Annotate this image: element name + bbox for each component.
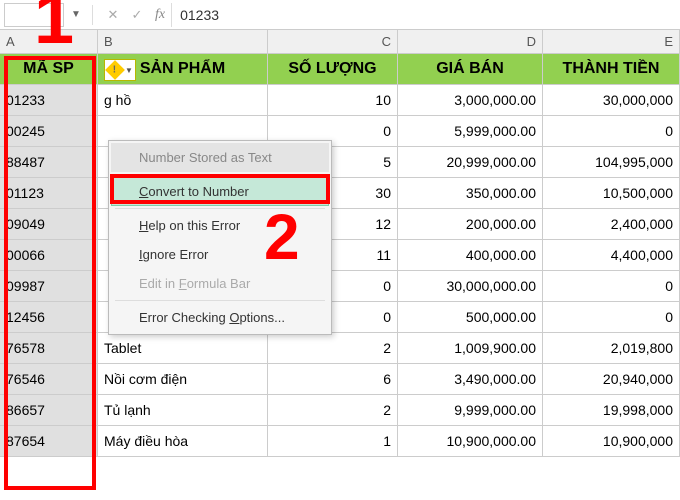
column-header-row: A B C D E (0, 30, 680, 54)
cell[interactable]: 20,940,000 (543, 364, 680, 394)
cell[interactable]: 3,490,000.00 (398, 364, 543, 394)
cell[interactable]: 4,400,000 (543, 240, 680, 270)
enter-icon[interactable]: ✓ (125, 7, 149, 23)
cell[interactable]: 10,500,000 (543, 178, 680, 208)
cell[interactable]: 500,000.00 (398, 302, 543, 332)
chevron-down-icon: ▼ (125, 66, 133, 75)
cell[interactable]: 400,000.00 (398, 240, 543, 270)
spreadsheet-grid[interactable]: A B C D E MÃ SP SẢN PHẨM SỐ LƯỢNG GIÁ BÁ… (0, 30, 680, 457)
cell[interactable]: Nồi cơm điện (98, 364, 268, 394)
cell[interactable]: Tủ lạnh (98, 395, 268, 425)
cell[interactable]: 01233 (0, 85, 98, 115)
menu-error-options[interactable]: Error Checking Options... (111, 303, 329, 332)
cell[interactable]: 0 (543, 271, 680, 301)
header-gia-ban[interactable]: GIÁ BÁN (398, 54, 543, 84)
table-row[interactable]: 87654Máy điều hòa110,900,000.0010,900,00… (0, 426, 680, 457)
table-row[interactable]: 124560500,000.000 (0, 302, 680, 333)
fx-icon[interactable]: fx (155, 7, 165, 23)
cell[interactable]: g hồ (98, 85, 268, 115)
divider (115, 300, 325, 301)
cell[interactable]: 104,995,000 (543, 147, 680, 177)
cell[interactable]: 76578 (0, 333, 98, 363)
cell[interactable]: 0 (543, 302, 680, 332)
table-row[interactable]: 76578Tablet21,009,900.002,019,800 (0, 333, 680, 364)
header-so-luong[interactable]: SỐ LƯỢNG (268, 54, 398, 84)
table-row[interactable]: 0112330350,000.0010,500,000 (0, 178, 680, 209)
table-row[interactable]: 0024505,999,000.000 (0, 116, 680, 147)
annotation-number-1: 1 (34, 0, 74, 60)
cell[interactable]: Máy điều hòa (98, 426, 268, 456)
warning-icon: ! (105, 60, 125, 80)
table-row[interactable]: 0006611400,000.004,400,000 (0, 240, 680, 271)
cell[interactable]: 10,900,000 (543, 426, 680, 456)
cell[interactable]: 2 (268, 395, 398, 425)
table-header-row: MÃ SP SẢN PHẨM SỐ LƯỢNG GIÁ BÁN THÀNH TI… (0, 54, 680, 85)
cell[interactable]: 19,998,000 (543, 395, 680, 425)
table-row[interactable]: 88487520,999,000.00104,995,000 (0, 147, 680, 178)
table-row[interactable]: 76546Nồi cơm điện63,490,000.0020,940,000 (0, 364, 680, 395)
col-header-C[interactable]: C (268, 30, 398, 53)
annotation-number-2: 2 (264, 200, 300, 274)
table-row[interactable]: 01233g hồ103,000,000.0030,000,000 (0, 85, 680, 116)
menu-title: Number Stored as Text (111, 143, 329, 172)
cell[interactable]: 5,999,000.00 (398, 116, 543, 146)
col-header-D[interactable]: D (398, 30, 543, 53)
table-row[interactable]: 09987030,000,000.000 (0, 271, 680, 302)
cell[interactable]: 30,000,000 (543, 85, 680, 115)
header-thanh-tien[interactable]: THÀNH TIỀN (543, 54, 680, 84)
cell[interactable]: 3,000,000.00 (398, 85, 543, 115)
cancel-icon[interactable]: ✕ (101, 7, 125, 23)
cell[interactable]: 10 (268, 85, 398, 115)
cell[interactable]: 01123 (0, 178, 98, 208)
cell[interactable]: 200,000.00 (398, 209, 543, 239)
formula-bar: ▼ ✕ ✓ fx 01233 (0, 0, 680, 30)
table-row[interactable]: 86657Tủ lạnh29,999,000.0019,998,000 (0, 395, 680, 426)
cell[interactable]: 350,000.00 (398, 178, 543, 208)
cell[interactable]: 12456 (0, 302, 98, 332)
cell[interactable]: 88487 (0, 147, 98, 177)
divider (92, 5, 93, 25)
cell[interactable]: 0 (543, 116, 680, 146)
cell[interactable]: Tablet (98, 333, 268, 363)
cell[interactable]: 09987 (0, 271, 98, 301)
cell[interactable]: 2 (268, 333, 398, 363)
cell[interactable]: 09049 (0, 209, 98, 239)
divider (115, 174, 325, 175)
col-header-B[interactable]: B (98, 30, 268, 53)
cell[interactable]: 2,400,000 (543, 209, 680, 239)
cell[interactable]: 10,900,000.00 (398, 426, 543, 456)
cell[interactable]: 9,999,000.00 (398, 395, 543, 425)
cell[interactable]: 2,019,800 (543, 333, 680, 363)
col-header-E[interactable]: E (543, 30, 680, 53)
cell[interactable]: 00066 (0, 240, 98, 270)
table-row[interactable]: 0904912200,000.002,400,000 (0, 209, 680, 240)
cell[interactable]: 86657 (0, 395, 98, 425)
cell[interactable]: 1 (268, 426, 398, 456)
cell[interactable]: 6 (268, 364, 398, 394)
cell[interactable]: 00245 (0, 116, 98, 146)
error-smart-tag[interactable]: ! ▼ (104, 59, 136, 81)
cell[interactable]: 30,000,000.00 (398, 271, 543, 301)
cell[interactable]: 76546 (0, 364, 98, 394)
formula-input[interactable]: 01233 (171, 3, 680, 27)
cell[interactable]: 20,999,000.00 (398, 147, 543, 177)
cell[interactable]: 87654 (0, 426, 98, 456)
cell[interactable]: 1,009,900.00 (398, 333, 543, 363)
